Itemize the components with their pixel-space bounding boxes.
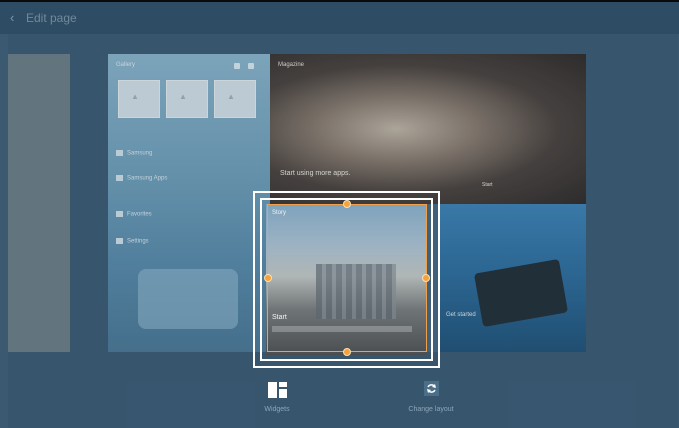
back-arrow-icon[interactable]: ‹ (10, 11, 24, 25)
side-panel-item[interactable]: Settings (116, 238, 149, 245)
side-panel-item-label: Settings (127, 238, 149, 245)
sofa-image (138, 269, 238, 329)
tablet-image (473, 258, 569, 328)
side-panel-item[interactable]: Favorites (116, 211, 152, 218)
resize-handle-right[interactable] (422, 274, 430, 282)
list-icon (116, 150, 123, 156)
gallery-thumbnail[interactable]: ▲ (214, 80, 256, 118)
list-icon (116, 175, 123, 181)
image-icon: ▲ (227, 92, 235, 101)
magazine-text: Start using more apps. (280, 170, 351, 177)
side-panel-item-label: Samsung (127, 150, 153, 157)
magazine-button[interactable]: Start (482, 182, 493, 188)
list-icon (116, 238, 123, 244)
resize-handle-top[interactable] (343, 200, 351, 208)
resize-handle-left[interactable] (264, 274, 272, 282)
gallery-thumbnail[interactable]: ▲ (166, 80, 208, 118)
widgets-button[interactable]: Widgets (222, 378, 332, 424)
top-bar: ‹ Edit page (0, 0, 679, 34)
page-title: Edit page (26, 11, 77, 25)
widgets-icon (268, 382, 287, 398)
tablet-tile[interactable]: Get started (438, 204, 586, 352)
side-panel-item[interactable]: Samsung (116, 150, 152, 157)
side-panel-item-label: Favorites (127, 211, 152, 218)
image-icon: ▲ (179, 92, 187, 101)
magazine-label: Magazine (278, 62, 305, 68)
side-panel-item-label: Samsung Apps (127, 175, 168, 182)
side-panel-widget[interactable]: Gallery ▲ ▲ ▲ Samsung Samsung Apps Favor… (108, 54, 270, 352)
settings-icon (248, 63, 254, 69)
widgets-label: Widgets (264, 406, 290, 413)
list-icon (116, 211, 123, 217)
change-layout-button[interactable]: Change layout (376, 378, 486, 424)
magazine-tile[interactable]: Magazine Start using more apps. Start (270, 54, 586, 204)
resize-frame[interactable] (267, 204, 427, 352)
camera-icon (234, 63, 240, 69)
previous-page-preview[interactable] (8, 54, 70, 352)
side-panel-header: Gallery (116, 62, 136, 68)
tablet-text: Get started (446, 312, 476, 318)
image-icon: ▲ (131, 92, 139, 101)
refresh-icon (424, 381, 439, 396)
change-layout-label: Change layout (408, 406, 454, 413)
side-panel-item[interactable]: Samsung Apps (116, 175, 167, 182)
gallery-thumbnail[interactable]: ▲ (118, 80, 160, 118)
resize-handle-bottom[interactable] (343, 348, 351, 356)
